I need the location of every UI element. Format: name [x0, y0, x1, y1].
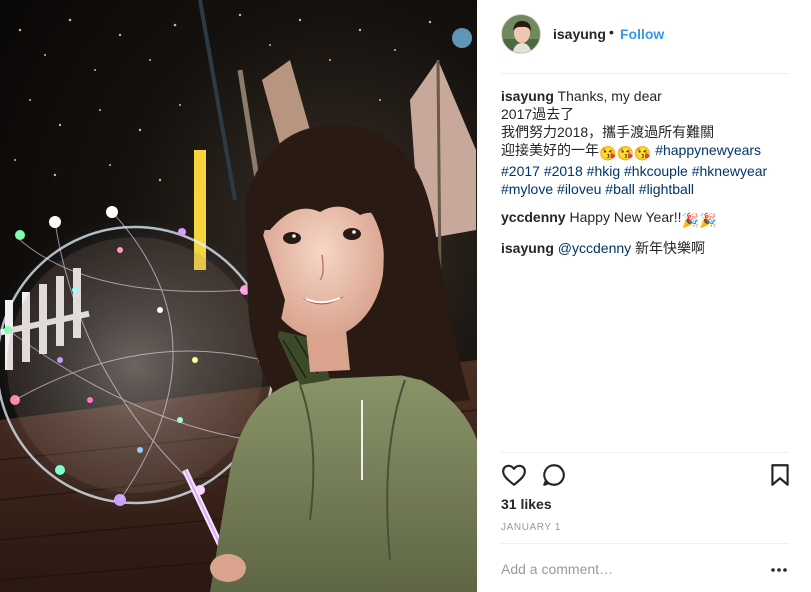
add-comment-input[interactable]: [501, 560, 751, 578]
hashtag[interactable]: #lightball: [639, 181, 694, 197]
action-bar: [501, 462, 791, 490]
comment-divider: [501, 543, 789, 544]
hashtag[interactable]: #ball: [605, 181, 635, 197]
post-photo[interactable]: [0, 0, 477, 592]
party-popper-icon: 🎉: [681, 212, 699, 228]
comment-username[interactable]: yccdenny: [501, 209, 566, 225]
header-username[interactable]: isayung: [553, 26, 606, 42]
hashtag[interactable]: #iloveu: [557, 181, 601, 197]
caption-line-3: 我們努力2018，攜手渡過所有難關: [501, 124, 715, 140]
header-divider: [501, 73, 789, 74]
hashtag[interactable]: #hkig: [587, 163, 620, 179]
bookmark-icon[interactable]: [767, 462, 793, 488]
hashtag[interactable]: #2017: [501, 163, 540, 179]
avatar-image: [502, 15, 540, 53]
comment-text: 新年快樂啊: [635, 240, 706, 256]
speech-bubble-icon[interactable]: [541, 462, 567, 488]
post-date[interactable]: JANUARY 1: [501, 522, 561, 533]
kiss-emoji-icon: 😘: [599, 145, 617, 161]
comment-item: yccdenny Happy New Year!!🎉🎉: [501, 208, 791, 229]
party-popper-icon: 🎉: [699, 212, 717, 228]
kiss-emoji-icon: 😘: [633, 145, 652, 161]
comment-text: Happy New Year!!: [569, 209, 682, 225]
likes-count[interactable]: 31 likes: [501, 496, 552, 512]
comment-item: isayung @yccdenny 新年快樂啊: [501, 239, 791, 257]
caption: isayung Thanks, my dear 2017過去了 我們努力2018…: [501, 87, 791, 198]
hashtag[interactable]: #hknewyear: [692, 163, 768, 179]
avatar[interactable]: [501, 14, 541, 54]
hashtag[interactable]: #hkcouple: [624, 163, 688, 179]
hashtag[interactable]: #mylove: [501, 181, 553, 197]
photo-illustration: [0, 0, 477, 592]
hashtag[interactable]: #2018: [544, 163, 583, 179]
heart-outline-icon[interactable]: [501, 462, 527, 488]
header-separator: •: [609, 24, 614, 40]
post-header: isayung • Follow: [477, 0, 811, 74]
caption-line-4: 迎接美好的一年: [501, 142, 599, 158]
hashtag[interactable]: #happynewyears: [655, 142, 761, 158]
kiss-emoji-icon: 😘: [616, 145, 634, 161]
comment-mention[interactable]: @yccdenny: [558, 240, 631, 256]
comments-section: isayung Thanks, my dear 2017過去了 我們努力2018…: [501, 87, 791, 267]
actions-divider: [501, 452, 789, 453]
post-side-panel: isayung • Follow isayung Thanks, my dear…: [477, 0, 811, 592]
follow-button[interactable]: Follow: [620, 26, 664, 42]
more-options-icon[interactable]: [769, 560, 789, 578]
comment-username[interactable]: isayung: [501, 240, 554, 256]
caption-line-2: 2017過去了: [501, 106, 575, 122]
caption-line-1: Thanks, my dear: [557, 88, 662, 104]
caption-username[interactable]: isayung: [501, 88, 554, 104]
